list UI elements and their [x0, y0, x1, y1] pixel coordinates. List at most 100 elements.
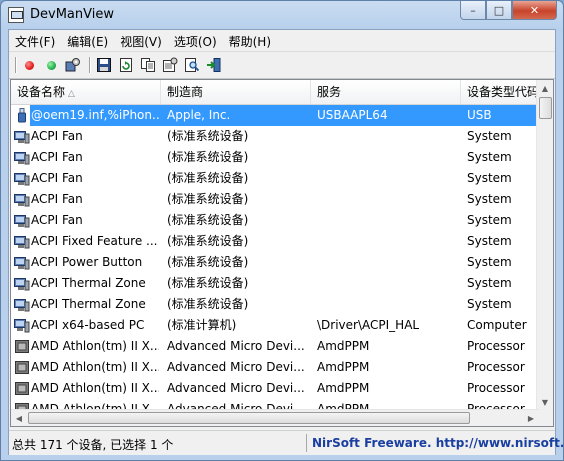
table-row[interactable]: ACPI Power Button (标准系统设备) System [11, 252, 539, 273]
column-header-label: 设备名称 [17, 85, 66, 99]
table-row[interactable]: ACPI x64-based PC (标准计算机) \Driver\ACPI_HAL… [11, 315, 539, 336]
scroll-up-icon[interactable]: ▲ [537, 80, 553, 96]
table-row[interactable]: @oem19.inf,%iPhon... Apple, Inc. USBAAPL64… [11, 105, 539, 126]
cell-service [317, 126, 457, 147]
cell-name: AMD Athlon(tm) II X... [31, 381, 159, 395]
cell-manufacturer: (标准系统设备) [167, 297, 249, 311]
horizontal-scroll-thumb[interactable] [28, 412, 470, 424]
column-header-label: 设备类型代码 [467, 85, 539, 99]
cell-service [317, 273, 457, 294]
table-row[interactable]: AMD Athlon(tm) II X... Advanced Micro Dev… [11, 336, 539, 357]
cell-service [317, 231, 457, 252]
scroll-down-icon[interactable]: ▼ [537, 394, 553, 410]
table-row[interactable]: ACPI Thermal Zone (标准系统设备) System [11, 294, 539, 315]
enable-device-icon[interactable] [42, 56, 60, 74]
menu-bar: 文件(F) 编辑(E) 视图(V) 选项(O) 帮助(H) [9, 30, 555, 50]
table-row[interactable]: ACPI Thermal Zone (标准系统设备) System [11, 273, 539, 294]
caption-buttons: – □ ✕ [460, 1, 557, 21]
cell-type: Processor [467, 381, 525, 395]
save-icon[interactable] [95, 56, 113, 74]
processor-device-icon [14, 339, 30, 354]
vertical-scrollbar[interactable]: ▲ ▼ [536, 80, 553, 410]
cell-name: ACPI Fan [31, 213, 83, 227]
table-row[interactable]: ACPI Fan (标准系统设备) System [11, 147, 539, 168]
horizontal-scrollbar[interactable]: ◀ ▶ [11, 409, 539, 426]
cell-service [317, 294, 457, 315]
column-header-manufacturer[interactable]: 制造商 [161, 80, 311, 104]
scroll-left-icon[interactable]: ◀ [11, 410, 27, 426]
properties-icon[interactable] [161, 56, 179, 74]
menu-options[interactable]: 选项(O) [168, 30, 223, 50]
table-row[interactable]: ACPI Fan (标准系统设备) System [11, 189, 539, 210]
cell-manufacturer: Advanced Micro Devi... [167, 339, 305, 353]
column-header-name[interactable]: 设备名称 △ [11, 80, 161, 104]
maximize-button[interactable]: □ [486, 1, 512, 20]
device-properties-icon[interactable] [64, 56, 82, 74]
cell-manufacturer: (标准系统设备) [167, 192, 249, 206]
red-dot [24, 60, 34, 70]
column-header-label: 制造商 [167, 85, 204, 99]
cell-type: System [467, 234, 512, 248]
menu-help[interactable]: 帮助(H) [223, 30, 277, 50]
cell-manufacturer: (标准计算机) [167, 318, 237, 332]
minimize-button[interactable]: – [460, 1, 486, 20]
device-list[interactable]: 设备名称 △ 制造商 服务 设备类型代码 @oem19.inf,%iPhon...… [10, 79, 554, 427]
cell-type: System [467, 276, 512, 290]
app-icon[interactable] [8, 7, 24, 23]
cell-type: USB [467, 108, 492, 122]
cell-manufacturer: (标准系统设备) [167, 150, 249, 164]
nirsoft-link[interactable]: NirSoft Freeware. http://www.nirsoft.net [312, 436, 563, 450]
column-header-service[interactable]: 服务 [311, 80, 461, 104]
cell-manufacturer: Advanced Micro Devi... [167, 360, 305, 374]
table-row[interactable]: ACPI Fan (标准系统设备) System [11, 168, 539, 189]
menu-file[interactable]: 文件(F) [9, 30, 61, 50]
vertical-scroll-thumb[interactable] [539, 97, 552, 119]
cell-manufacturer: (标准系统设备) [167, 171, 249, 185]
table-row[interactable]: AMD Athlon(tm) II X... Advanced Micro Dev… [11, 378, 539, 399]
disable-device-icon[interactable] [20, 56, 38, 74]
cell-name: ACPI Thermal Zone [31, 297, 146, 311]
exit-icon[interactable] [205, 56, 223, 74]
cell-type: System [467, 213, 512, 227]
title-bar[interactable]: DevManView – □ ✕ [1, 1, 563, 29]
table-row[interactable]: ACPI Fan (标准系统设备) System [11, 210, 539, 231]
status-bar: 总共 171 个设备, 已选择 1 个 NirSoft Freeware. ht… [9, 430, 563, 455]
cell-service [317, 189, 457, 210]
cell-name: ACPI Fan [31, 192, 83, 206]
window-title: DevManView [30, 7, 114, 22]
scrollbar-corner [537, 410, 553, 426]
copy-icon[interactable] [139, 56, 157, 74]
find-icon[interactable] [183, 56, 201, 74]
system-device-icon [14, 255, 30, 270]
menu-edit[interactable]: 编辑(E) [61, 30, 114, 50]
processor-device-icon [14, 381, 30, 396]
table-row[interactable]: ACPI Fan (标准系统设备) System [11, 126, 539, 147]
table-row[interactable]: ACPI Fixed Feature ... (标准系统设备) System [11, 231, 539, 252]
green-dot [46, 60, 56, 70]
client-area: 文件(F) 编辑(E) 视图(V) 选项(O) 帮助(H) 设备名称 △ 制造商… [8, 29, 563, 455]
cell-name: ACPI Power Button [31, 255, 143, 269]
cell-service [317, 210, 457, 231]
cell-manufacturer: (标准系统设备) [167, 255, 249, 269]
close-button[interactable]: ✕ [512, 1, 557, 20]
column-header-device-type[interactable]: 设备类型代码 [461, 80, 539, 104]
table-row[interactable]: AMD Athlon(tm) II X... Advanced Micro Dev… [11, 357, 539, 378]
cell-name: AMD Athlon(tm) II X... [31, 339, 159, 353]
cell-name: ACPI Fan [31, 129, 83, 143]
system-device-icon [14, 192, 30, 207]
cell-type: System [467, 192, 512, 206]
sort-arrow-icon: △ [68, 89, 75, 99]
cell-service: AmdPPM [317, 381, 370, 395]
cell-service: AmdPPM [317, 360, 370, 374]
cell-type: System [467, 297, 512, 311]
cell-manufacturer: Advanced Micro Devi... [167, 381, 305, 395]
cell-type: Computer [467, 318, 527, 332]
status-divider [306, 434, 307, 452]
cell-name: AMD Athlon(tm) II X... [31, 360, 159, 374]
cell-service: USBAAPL64 [317, 108, 388, 122]
refresh-icon[interactable] [117, 56, 135, 74]
cell-manufacturer: (标准系统设备) [167, 213, 249, 227]
cell-name: ACPI Fan [31, 171, 83, 185]
menu-view[interactable]: 视图(V) [114, 30, 168, 50]
cell-manufacturer: (标准系统设备) [167, 276, 249, 290]
